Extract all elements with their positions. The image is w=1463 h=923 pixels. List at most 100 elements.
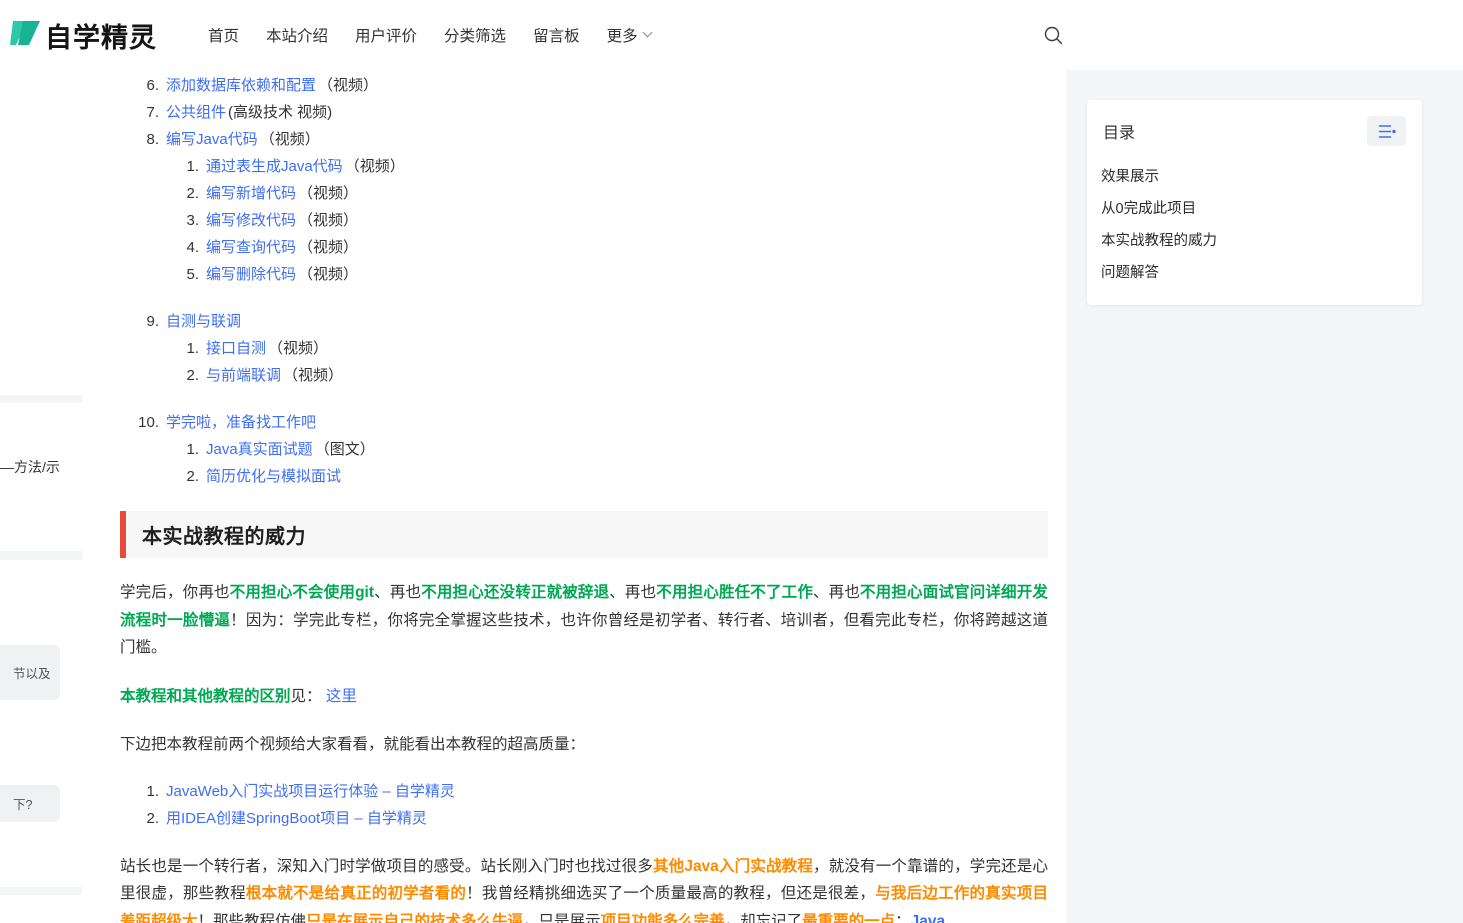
toc-item[interactable]: 问题解答	[1101, 257, 1406, 289]
text-segment: ，只是展示	[523, 912, 601, 923]
toc-header: 目录	[1087, 100, 1422, 146]
toc-toggle-button[interactable]	[1367, 116, 1406, 146]
outline-link[interactable]: 添加数据库依赖和配置	[166, 72, 316, 99]
nav-item[interactable]: 分类筛选	[444, 24, 506, 46]
nav-item-label: 用户评价	[355, 28, 418, 45]
nav-item-label: 分类筛选	[444, 28, 507, 45]
video-list-item: 1. JavaWeb入门实战项目运行体验 – 自学精灵	[120, 778, 1048, 805]
text-segment: ！我曾经精挑细选买了一个质量最高的教程，但还是很差，	[466, 885, 876, 902]
item-suffix: （视频）	[268, 340, 329, 357]
left-card: —方法/示	[0, 403, 82, 551]
item-suffix: （视频）	[298, 212, 359, 229]
section-title: 本实战教程的威力	[142, 526, 306, 548]
article-main: 6. 添加数据库依赖和配置 （视频） 7. 公共组件 (高级技术 视频) 8. 编写Java代…	[82, 70, 1066, 923]
item-suffix: (高级技术 视频)	[228, 104, 333, 121]
inline-link[interactable]: 这里	[326, 688, 357, 705]
video-link[interactable]: 用IDEA创建SpringBoot项目 – 自学精灵	[166, 805, 427, 832]
text-segment: 学完后，你再也	[120, 584, 230, 601]
outline-link[interactable]: 编写新增代码	[206, 180, 296, 207]
outline-link[interactable]: 自测与联调	[166, 308, 241, 335]
outline-item: 9. 自测与联调	[120, 308, 1048, 335]
outline-link[interactable]: 学完啦，准备找工作吧	[166, 409, 316, 436]
text-segment: 、再也	[813, 584, 861, 601]
toc-item[interactable]: 从0完成此项目	[1101, 193, 1406, 225]
left-list-item-label: 节以及	[13, 667, 51, 681]
outline-list: 6. 添加数据库依赖和配置 （视频） 7. 公共组件 (高级技术 视频) 8. 编写Java代…	[120, 72, 1048, 490]
nav-item[interactable]: 首页	[208, 24, 239, 46]
nav-item-label: 本站介绍	[266, 28, 329, 45]
text-segment: 、再也	[609, 584, 657, 601]
text-segment: 其他Java入门实战教程	[652, 857, 814, 875]
logo-text: 自学精灵	[45, 22, 157, 53]
item-number: 8.	[146, 131, 159, 148]
left-list-item[interactable]: 下?	[0, 785, 60, 822]
search-button[interactable]	[1043, 25, 1065, 47]
item-number: 1.	[186, 340, 199, 357]
text-segment: 见：	[290, 687, 326, 705]
outline-link[interactable]: 编写查询代码	[206, 234, 296, 261]
item-number: 4.	[186, 239, 199, 256]
nav-item-label: 首页	[208, 28, 240, 45]
outline-item: 4. 编写查询代码 （视频）	[120, 234, 1048, 261]
outline-link[interactable]: Java真实面试题	[206, 436, 313, 463]
inline-link[interactable]: Java	[911, 913, 945, 923]
item-number: 2.	[146, 809, 159, 827]
outline-link[interactable]: 简历优化与模拟面试	[206, 463, 341, 490]
text-segment: 站长也是一个转行者，深知入门时学做项目的感受。站长刚入门时也找过很多	[120, 857, 653, 875]
nav-item[interactable]: 留言板	[533, 24, 580, 46]
nav-item-label: 留言板	[533, 28, 580, 45]
item-number: 7.	[146, 104, 159, 121]
paragraph: 学完后，你再也不用担心不会使用git、再也不用担心还没转正就被辞退、再也不用担心…	[120, 579, 1048, 662]
item-number: 10.	[138, 414, 159, 431]
item-number: 1.	[186, 158, 199, 175]
text-segment: 不用担心还没转正就被辞退	[421, 584, 610, 601]
outline-link[interactable]: 与前端联调	[206, 362, 281, 389]
text-segment: 只是在展示自己的技术多么牛逼	[306, 912, 524, 923]
logo-icon	[10, 19, 40, 52]
toc-item[interactable]: 本实战教程的威力	[1101, 225, 1406, 257]
site-logo[interactable]: 自学精灵	[10, 0, 157, 70]
text-segment: ，却忘记了	[724, 912, 803, 923]
outline-item: 2. 简历优化与模拟面试	[120, 463, 1048, 490]
outline-link[interactable]: 编写删除代码	[206, 261, 296, 288]
paragraph: 站长也是一个转行者，深知入门时学做项目的感受。站长刚入门时也找过很多其他Java…	[120, 853, 1048, 923]
toc-items: 效果展示 从0完成此项目 本实战教程的威力 问题解答	[1087, 161, 1422, 289]
outline-sublist: 1. 通过表生成Java代码 （视频） 2. 编写新增代码 （视频） 3. 编写修改代码 （视频…	[120, 153, 1048, 288]
item-number: 1.	[186, 441, 199, 458]
outline-link[interactable]: 编写Java代码	[166, 126, 258, 153]
nav-item[interactable]: 更多	[606, 24, 653, 46]
outline-link[interactable]: 接口自测	[206, 335, 266, 362]
item-suffix: （视频）	[283, 367, 344, 384]
nav-item[interactable]: 本站介绍	[266, 24, 328, 46]
item-suffix: （视频）	[318, 77, 379, 94]
text-segment: 最重要的一点	[802, 912, 896, 923]
item-number: 5.	[186, 266, 199, 283]
nav-item[interactable]: 用户评价	[355, 24, 417, 46]
text-segment: ！那些教程仿佛	[197, 912, 307, 923]
left-card	[0, 70, 82, 395]
item-number: 2.	[186, 468, 199, 485]
outline-sublist: 1. Java真实面试题 （图文） 2. 简历优化与模拟面试	[120, 436, 1048, 490]
item-suffix: （视频）	[344, 158, 405, 175]
text-segment: 、再也	[374, 584, 422, 601]
text-segment: ！因为：学完此专栏，你将完全掌握这些技术，也许你曾经是初学者、转行者、培训者，但…	[120, 611, 1048, 657]
toc-item[interactable]: 效果展示	[1101, 161, 1406, 193]
text-segment: 不用担心胜任不了工作	[656, 584, 813, 601]
outline-link[interactable]: 通过表生成Java代码	[206, 153, 343, 180]
item-suffix: （视频）	[298, 239, 359, 256]
chevron-down-icon	[642, 27, 653, 38]
item-number: 1.	[146, 782, 159, 800]
video-link[interactable]: JavaWeb入门实战项目运行体验 – 自学精灵	[166, 778, 455, 805]
item-number: 9.	[146, 313, 159, 330]
nav-item-label: 更多	[606, 28, 638, 45]
video-list-item: 2. 用IDEA创建SpringBoot项目 – 自学精灵	[120, 805, 1048, 832]
heading-accent-bar	[120, 511, 126, 558]
outline-item: 2. 编写新增代码 （视频）	[120, 180, 1048, 207]
left-list-item[interactable]: 节以及	[0, 645, 60, 700]
outline-item: 8. 编写Java代码 （视频）	[120, 126, 1048, 153]
outline-link[interactable]: 公共组件	[166, 99, 226, 126]
section-heading: 本实战教程的威力	[120, 511, 1048, 558]
item-suffix: （图文）	[314, 441, 375, 458]
item-number: 3.	[186, 212, 199, 229]
outline-link[interactable]: 编写修改代码	[206, 207, 296, 234]
